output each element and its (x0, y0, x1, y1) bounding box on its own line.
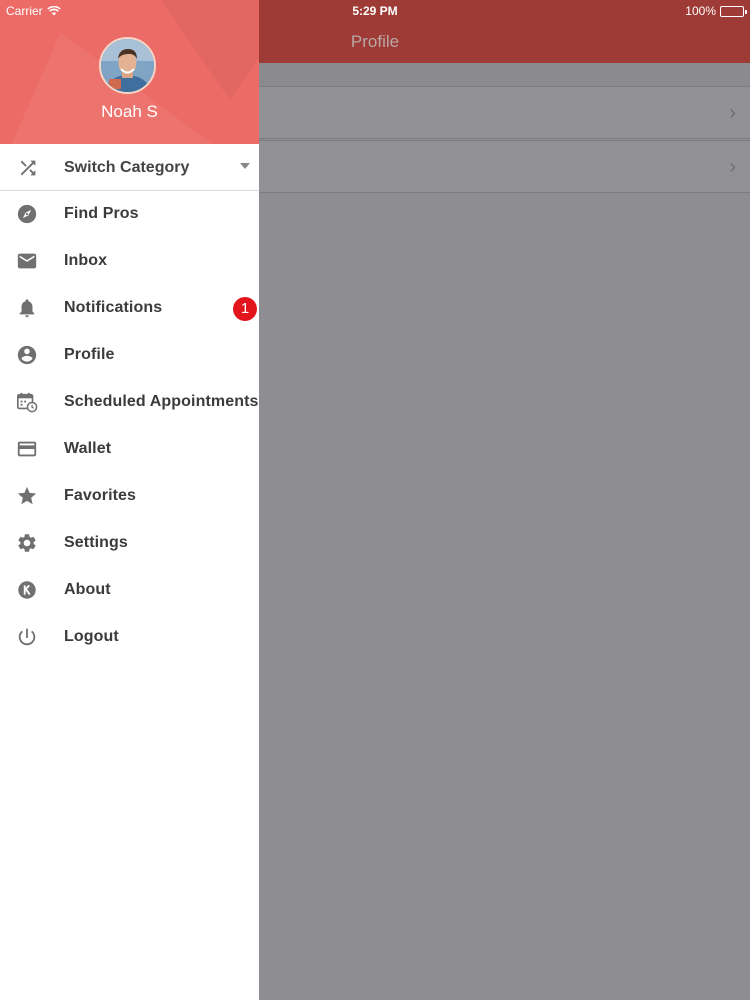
calendar-clock-icon (16, 391, 38, 413)
bell-icon (16, 297, 38, 319)
account-circle-icon (16, 344, 38, 366)
menu-item-favorites[interactable]: Favorites (0, 473, 259, 520)
status-bar: Carrier 5:29 PM 100% (0, 0, 750, 22)
battery-icon (720, 5, 747, 17)
menu-item-label: Scheduled Appointments (64, 393, 259, 410)
menu-item-about[interactable]: About (0, 567, 259, 614)
menu-item-settings[interactable]: Settings (0, 520, 259, 567)
menu-item-notifications[interactable]: Notifications 1 (0, 285, 259, 332)
chevron-right-icon: › (729, 102, 736, 124)
caret-down-icon (240, 163, 250, 169)
menu-item-label: Favorites (64, 487, 137, 504)
menu-item-label: Find Pros (64, 205, 139, 222)
clock: 5:29 PM (352, 4, 398, 18)
menu-item-label: Inbox (64, 252, 108, 269)
menu-item-label: Logout (64, 628, 119, 645)
switch-category-label: Switch Category (64, 159, 190, 176)
menu-item-wallet[interactable]: Wallet (0, 426, 259, 473)
battery-percent: 100% (685, 4, 716, 18)
wifi-icon (46, 6, 61, 16)
menu-item-label: Settings (64, 534, 128, 551)
menu-item-inbox[interactable]: Inbox (0, 238, 259, 285)
side-drawer: Noah S Switch Category Find Pros Inbox N… (0, 0, 259, 1000)
menu-item-find-pros[interactable]: Find Pros (0, 191, 259, 238)
envelope-icon (16, 250, 38, 272)
user-name[interactable]: Noah S (0, 102, 259, 122)
compass-icon (16, 203, 38, 225)
switch-category-dropdown[interactable]: Switch Category (0, 144, 259, 191)
notification-count-badge: 1 (233, 297, 257, 321)
carrier-indicator: Carrier (6, 4, 61, 18)
menu-item-label: Profile (64, 346, 115, 363)
menu-item-scheduled-appointments[interactable]: Scheduled Appointments (0, 379, 259, 426)
battery-indicator: 100% (685, 4, 747, 18)
credit-card-icon (16, 438, 38, 460)
menu-item-logout[interactable]: Logout (0, 614, 259, 661)
menu-item-label: Wallet (64, 440, 112, 457)
power-icon (16, 626, 38, 648)
star-icon (16, 485, 38, 507)
about-logo-icon (16, 579, 38, 601)
menu-item-profile[interactable]: Profile (0, 332, 259, 379)
menu-item-label: About (64, 581, 111, 598)
gear-icon (16, 532, 38, 554)
avatar[interactable] (99, 37, 156, 94)
shuffle-icon (17, 157, 39, 179)
chevron-right-icon: › (729, 156, 736, 178)
carrier-label: Carrier (6, 4, 43, 18)
menu-item-label: Notifications (64, 299, 163, 316)
